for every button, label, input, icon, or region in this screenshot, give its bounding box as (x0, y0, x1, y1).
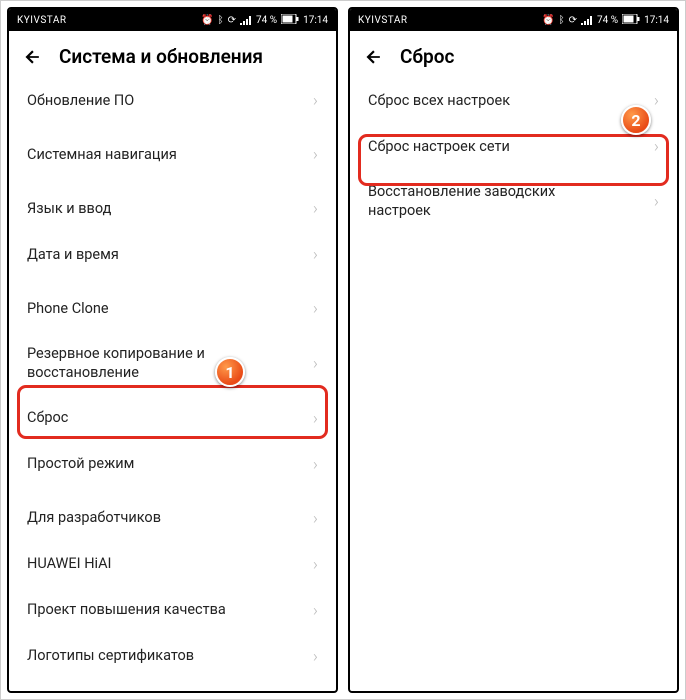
rotate-icon: ⟳ (228, 15, 236, 26)
alarm-icon: ⏰ (542, 15, 554, 26)
status-bar: KYIVSTAR ⏰ ᛒ ⟳ 74 % 17:14 (9, 9, 336, 31)
row-label: Дата и время (27, 246, 119, 265)
row-label: Проект повышения качества (27, 601, 226, 620)
chevron-right-icon: › (313, 455, 318, 475)
row-developer-options[interactable]: Для разработчиков › (9, 496, 336, 542)
row-simple-mode[interactable]: Простой режим › (9, 442, 336, 488)
row-label: Восстановление заводских настроек (368, 183, 607, 221)
row-quality-project[interactable]: Проект повышения качества › (9, 588, 336, 634)
bluetooth-icon: ᛒ (559, 15, 565, 26)
row-label: HUAWEI HiAI (27, 555, 111, 574)
chevron-right-icon: › (313, 509, 318, 529)
row-label: Сброс настроек сети (368, 138, 510, 157)
chevron-right-icon: › (313, 145, 318, 165)
phone-left: KYIVSTAR ⏰ ᛒ ⟳ 74 % 17:14 Система и обно… (7, 7, 338, 693)
chevron-right-icon: › (313, 601, 318, 621)
battery-text: 74 % (597, 15, 618, 26)
header: Сброс (350, 31, 677, 78)
page-title: Сброс (400, 45, 454, 68)
status-icons: ⏰ ᛒ ⟳ 74 % 17:14 (201, 14, 328, 27)
reset-list: Сброс всех настроек › Сброс настроек сет… (350, 78, 677, 691)
battery-text: 74 % (256, 15, 277, 26)
row-label: Сброс всех настроек (368, 92, 510, 111)
row-label: Логотипы сертификатов (27, 647, 194, 666)
row-language-input[interactable]: Язык и ввод › (9, 186, 336, 232)
settings-list: Обновление ПО › Системная навигация › Яз… (9, 78, 336, 691)
chevron-right-icon: › (313, 245, 318, 265)
row-label: Язык и ввод (27, 200, 111, 219)
back-button[interactable] (364, 47, 384, 67)
chevron-right-icon: › (654, 91, 659, 111)
row-factory-reset[interactable]: Восстановление заводских настроек › (350, 170, 677, 234)
row-huawei-hiai[interactable]: HUAWEI HiAI › (9, 542, 336, 588)
row-software-update[interactable]: Обновление ПО › (9, 78, 336, 124)
row-system-navigation[interactable]: Системная навигация › (9, 132, 336, 178)
chevron-right-icon: › (313, 354, 318, 374)
status-icons: ⏰ ᛒ ⟳ 74 % 17:14 (542, 14, 669, 27)
row-label: Сброс (27, 409, 68, 428)
chevron-right-icon: › (313, 199, 318, 219)
row-reset[interactable]: Сброс › (9, 396, 336, 442)
chevron-right-icon: › (313, 409, 318, 429)
carrier-label: KYIVSTAR (17, 15, 67, 26)
bluetooth-icon: ᛒ (218, 15, 224, 26)
chevron-right-icon: › (313, 299, 318, 319)
alarm-icon: ⏰ (201, 15, 213, 26)
chevron-right-icon: › (313, 647, 318, 667)
battery-icon (622, 14, 640, 27)
status-bar: KYIVSTAR ⏰ ᛒ ⟳ 74 % 17:14 (350, 9, 677, 31)
phone-right: KYIVSTAR ⏰ ᛒ ⟳ 74 % 17:14 Сброс Сброс вс… (348, 7, 679, 693)
chevron-right-icon: › (654, 192, 659, 212)
back-button[interactable] (23, 47, 43, 67)
badge-2: 2 (621, 105, 651, 135)
badge-1: 1 (215, 357, 245, 387)
chevron-right-icon: › (313, 91, 318, 111)
row-label: Для разработчиков (27, 509, 161, 528)
signal-icon (240, 15, 252, 25)
page-title: Система и обновления (59, 45, 263, 68)
row-label: Обновление ПО (27, 92, 134, 111)
arrow-left-icon (23, 47, 43, 67)
row-cert-logos[interactable]: Логотипы сертификатов › (9, 634, 336, 680)
row-label: Phone Clone (27, 300, 109, 319)
row-label: Простой режим (27, 455, 134, 474)
row-backup-restore[interactable]: Резервное копирование и восстановление › (9, 332, 336, 396)
arrow-left-icon (364, 47, 384, 67)
time-label: 17:14 (644, 15, 669, 26)
battery-icon (281, 14, 299, 27)
row-phone-clone[interactable]: Phone Clone › (9, 286, 336, 332)
signal-icon (581, 15, 593, 25)
chevron-right-icon: › (313, 555, 318, 575)
header: Система и обновления (9, 31, 336, 78)
rotate-icon: ⟳ (569, 15, 577, 26)
carrier-label: KYIVSTAR (358, 15, 408, 26)
row-date-time[interactable]: Дата и время › (9, 232, 336, 278)
time-label: 17:14 (303, 15, 328, 26)
chevron-right-icon: › (654, 137, 659, 157)
row-label: Системная навигация (27, 146, 177, 165)
